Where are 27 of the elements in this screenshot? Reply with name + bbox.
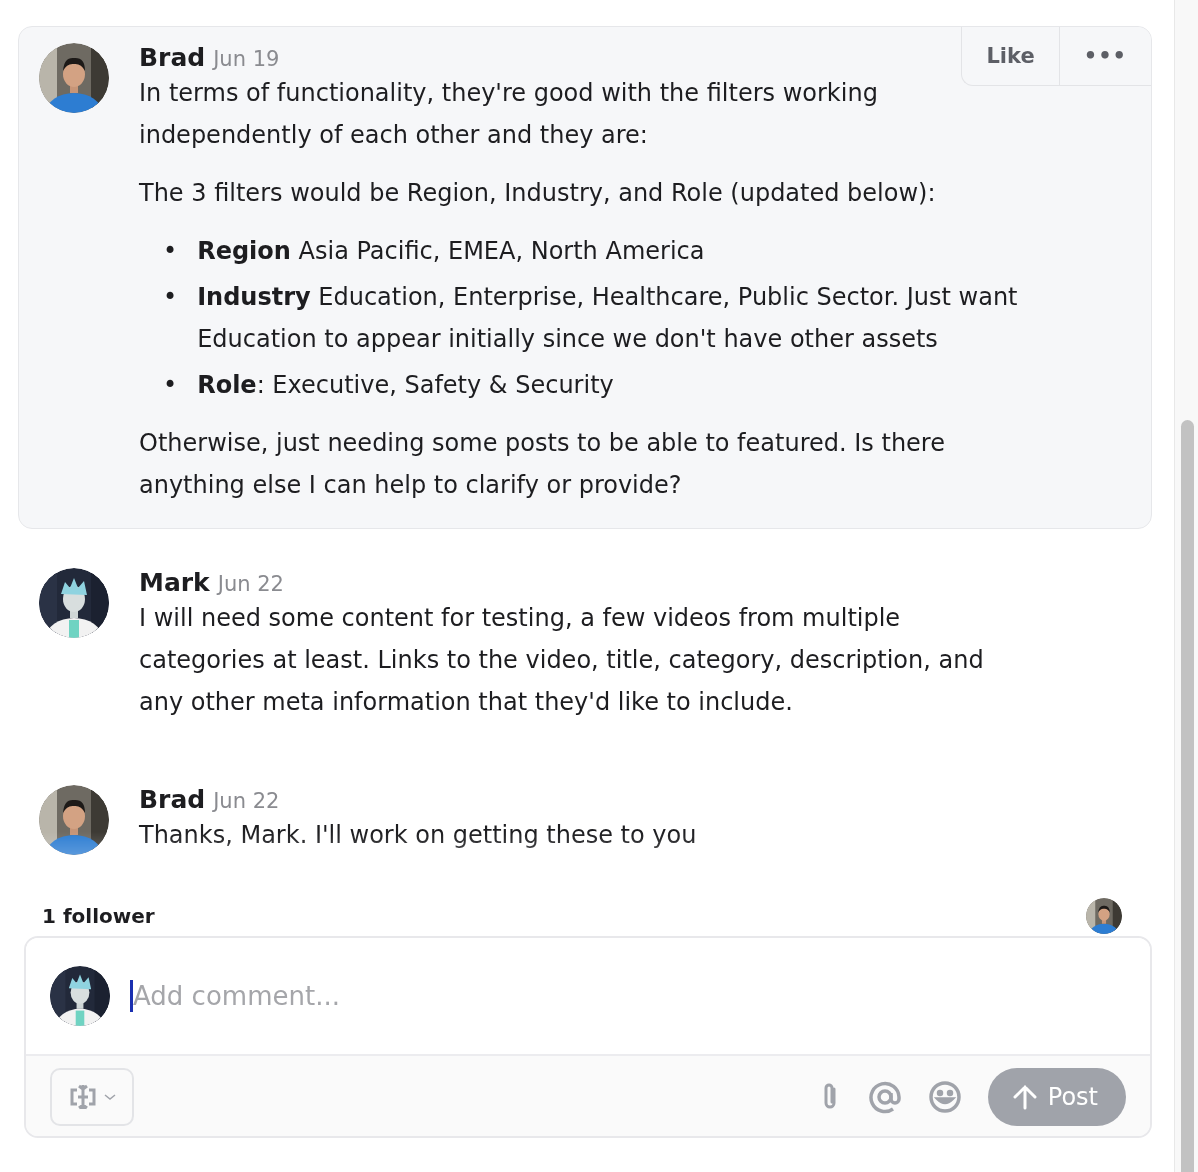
mention-icon[interactable] <box>867 1080 902 1114</box>
comment-date: Jun 22 <box>213 789 280 813</box>
comment-date: Jun 19 <box>213 47 280 71</box>
comment-text: Thanks, Mark. I'll work on getting these to you <box>139 820 698 851</box>
list-bullet: • <box>163 236 178 267</box>
list-item: Role: Executive, Safety & Security <box>197 370 614 401</box>
translate-button[interactable] <box>50 1068 134 1126</box>
followers-count: 1 follower <box>42 904 155 928</box>
list-item: Industry Education, Enterprise, Healthcare, Public Sector. Just want Education to appear initially since we don't have other assets <box>197 282 1019 355</box>
author-name: Brad <box>139 43 206 72</box>
list-item: Region Asia Pacific, EMEA, North America <box>197 236 705 267</box>
author-name: Mark <box>139 568 210 597</box>
comment-date: Jun 22 <box>217 572 284 596</box>
like-button[interactable]: Like <box>962 27 1059 85</box>
arrow-up-icon <box>1011 1084 1038 1110</box>
more-button[interactable]: ••• <box>1058 27 1151 85</box>
comment-text: Otherwise, just needing some posts to be able to featured. Is there anything else I can help to clarify or provide? <box>139 428 946 501</box>
emoji-icon[interactable] <box>927 1080 962 1114</box>
comment-text: The 3 filters would be Region, Industry, and Role (updated below): <box>139 178 937 209</box>
list-bullet: • <box>163 370 178 401</box>
translate-icon <box>68 1082 98 1112</box>
caret-icon <box>104 1093 116 1101</box>
comment-text: In terms of functionality, they're good with the filters working independently of each other and they are: <box>139 78 879 151</box>
author-name: Brad <box>139 785 206 814</box>
comment-text: I will need some content for testing, a few videos from multiple categories at least. Links to the video, title, category, description, and any other meta information that they'd like to include. <box>139 603 985 718</box>
scrollbar-thumb[interactable] <box>1181 420 1194 1172</box>
list-bullet: • <box>163 282 178 313</box>
